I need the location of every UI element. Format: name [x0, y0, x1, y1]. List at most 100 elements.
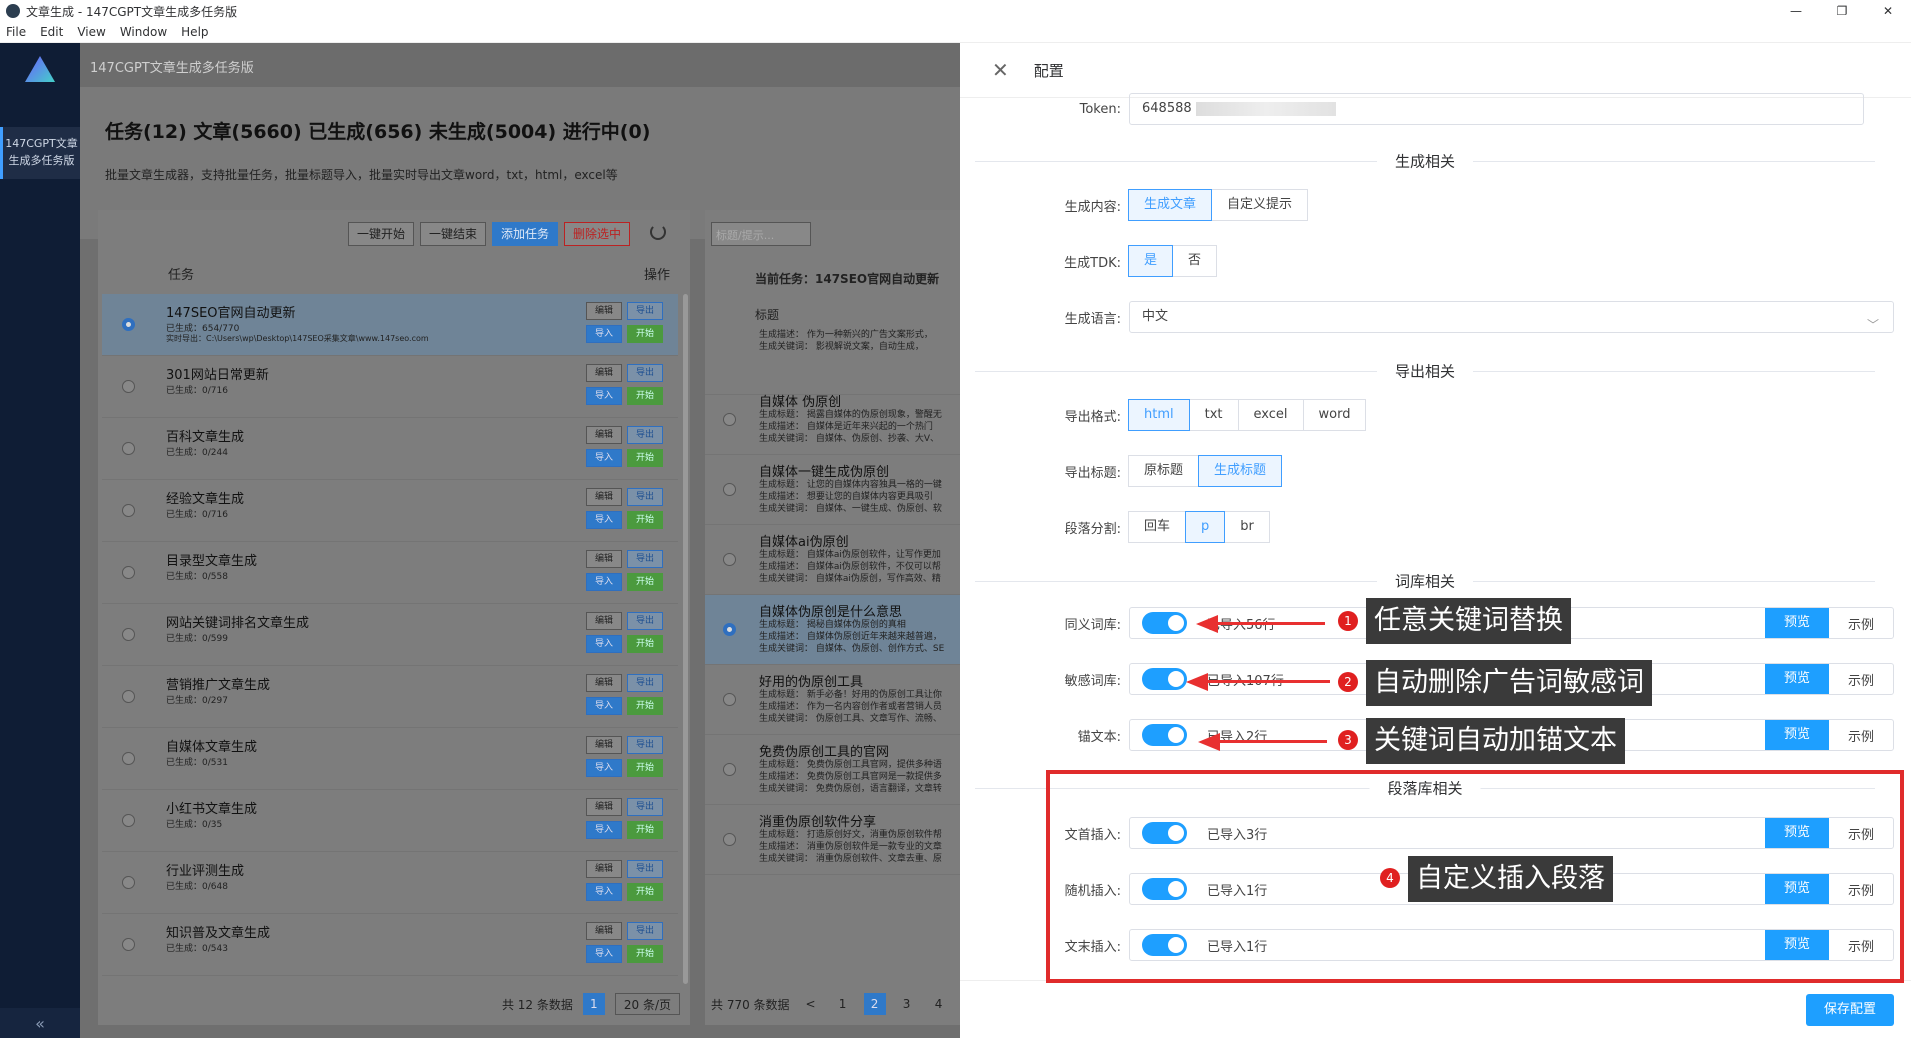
sensitive-toggle[interactable] — [1142, 668, 1187, 690]
stop-all-button[interactable]: 一键结束 — [419, 222, 486, 246]
token-input[interactable]: 648588 — [1129, 93, 1864, 125]
anchor-toggle[interactable] — [1142, 724, 1187, 746]
synonym-toggle[interactable] — [1142, 612, 1187, 634]
task-row[interactable]: 营销推广文章生成 已生成：0/297 编辑 导出 导入 开始 — [102, 666, 678, 728]
start-button[interactable]: 开始 — [627, 511, 663, 529]
article-radio[interactable] — [723, 833, 736, 846]
task-radio[interactable] — [122, 814, 135, 827]
task-scrollbar[interactable] — [683, 294, 688, 984]
sensitive-preview-button[interactable]: 预览 — [1765, 664, 1829, 694]
task-row[interactable]: 147SEO官网自动更新 已生成：654/770 实时导出：C:\Users\wp… — [102, 294, 678, 356]
opt-html[interactable]: html — [1128, 399, 1190, 431]
import-button[interactable]: 导入 — [586, 573, 622, 591]
opt-p[interactable]: p — [1185, 511, 1226, 543]
import-button[interactable]: 导入 — [586, 635, 622, 653]
import-button[interactable]: 导入 — [586, 325, 622, 343]
task-row[interactable]: 自媒体文章生成 已生成：0/531 编辑 导出 导入 开始 — [102, 728, 678, 790]
task-row[interactable]: 网站关键词排名文章生成 已生成：0/599 编辑 导出 导入 开始 — [102, 604, 678, 666]
export-button[interactable]: 导出 — [627, 798, 663, 816]
export-button[interactable]: 导出 — [627, 736, 663, 754]
edit-button[interactable]: 编辑 — [586, 426, 622, 444]
prev-page-button[interactable]: < — [800, 993, 822, 1015]
refresh-icon[interactable] — [650, 224, 666, 240]
opt-tdk-no[interactable]: 否 — [1172, 245, 1218, 277]
synonym-example-link[interactable]: 示例 — [1829, 614, 1893, 633]
export-button[interactable]: 导出 — [627, 550, 663, 568]
task-radio[interactable] — [122, 442, 135, 455]
task-row[interactable]: 知识普及文章生成 已生成：0/543 编辑 导出 导入 开始 — [102, 914, 678, 976]
import-button[interactable]: 导入 — [586, 387, 622, 405]
close-icon[interactable]: ✕ — [992, 58, 1009, 82]
close-window-button[interactable]: ✕ — [1865, 0, 1911, 22]
delete-selected-button[interactable]: 删除选中 — [563, 222, 630, 246]
menu-view[interactable]: View — [77, 25, 105, 39]
start-button[interactable]: 开始 — [627, 945, 663, 963]
edit-button[interactable]: 编辑 — [586, 612, 622, 630]
task-radio[interactable] — [122, 690, 135, 703]
start-button[interactable]: 开始 — [627, 635, 663, 653]
start-all-button[interactable]: 一键开始 — [347, 222, 414, 246]
start-button[interactable]: 开始 — [627, 821, 663, 839]
export-button[interactable]: 导出 — [627, 364, 663, 382]
export-button[interactable]: 导出 — [627, 922, 663, 940]
article-radio[interactable] — [723, 763, 736, 776]
article-row[interactable]: 消重伪原创软件分享 生成标题： 打造原创好文，消重伪原创软件帮 生成描述： 消重伪… — [705, 805, 960, 875]
opt-generate-article[interactable]: 生成文章 — [1128, 189, 1213, 221]
opt-original-title[interactable]: 原标题 — [1128, 455, 1200, 487]
import-button[interactable]: 导入 — [586, 945, 622, 963]
article-radio[interactable] — [723, 413, 736, 426]
export-button[interactable]: 导出 — [627, 488, 663, 506]
task-row[interactable]: 301网站日常更新 已生成：0/716 编辑 导出 导入 开始 — [102, 356, 678, 418]
page-size-select[interactable]: 20 条/页 — [614, 993, 680, 1015]
start-button[interactable]: 开始 — [627, 387, 663, 405]
page-4[interactable]: 4 — [928, 993, 950, 1015]
menu-edit[interactable]: Edit — [40, 25, 63, 39]
page-3[interactable]: 3 — [896, 993, 918, 1015]
opt-txt[interactable]: txt — [1188, 399, 1239, 431]
opt-custom-prompt[interactable]: 自定义提示 — [1211, 189, 1309, 221]
article-row[interactable]: 自媒体一键生成伪原创 生成标题： 让您的自媒体内容独具一格的一键 生成描述： 想要… — [705, 455, 960, 525]
article-row[interactable]: 自媒体ai伪原创 生成标题： 自媒体ai伪原创软件，让写作更加 生成描述： 自媒体… — [705, 525, 960, 595]
page-2[interactable]: 2 — [863, 993, 886, 1015]
task-row[interactable]: 经验文章生成 已生成：0/716 编辑 导出 导入 开始 — [102, 480, 678, 542]
opt-excel[interactable]: excel — [1237, 399, 1304, 431]
start-button[interactable]: 开始 — [627, 883, 663, 901]
export-button[interactable]: 导出 — [627, 302, 663, 320]
edit-button[interactable]: 编辑 — [586, 798, 622, 816]
lang-select[interactable]: 中文 ﹀ — [1129, 301, 1894, 333]
export-button[interactable]: 导出 — [627, 612, 663, 630]
edit-button[interactable]: 编辑 — [586, 550, 622, 568]
task-row[interactable]: 目录型文章生成 已生成：0/558 编辑 导出 导入 开始 — [102, 542, 678, 604]
start-button[interactable]: 开始 — [627, 697, 663, 715]
minimize-button[interactable]: — — [1773, 0, 1819, 22]
opt-word[interactable]: word — [1302, 399, 1367, 431]
import-button[interactable]: 导入 — [586, 821, 622, 839]
task-radio[interactable] — [122, 628, 135, 641]
sidebar-item-main[interactable]: 147CGPT文章生成多任务版 — [0, 127, 80, 179]
article-radio[interactable] — [723, 553, 736, 566]
task-page-1[interactable]: 1 — [582, 993, 605, 1015]
page-1[interactable]: 1 — [832, 993, 854, 1015]
export-button[interactable]: 导出 — [627, 674, 663, 692]
edit-button[interactable]: 编辑 — [586, 674, 622, 692]
article-radio[interactable] — [723, 693, 736, 706]
add-task-button[interactable]: 添加任务 — [491, 222, 558, 246]
article-row[interactable]: 好用的伪原创工具 生成标题： 新手必备！好用的伪原创工具让你 生成描述： 作为一名… — [705, 665, 960, 735]
export-button[interactable]: 导出 — [627, 860, 663, 878]
edit-button[interactable]: 编辑 — [586, 488, 622, 506]
menu-file[interactable]: File — [6, 25, 26, 39]
article-row[interactable]: 自媒体 伪原创 生成标题： 揭露自媒体的伪原创现象，警醒无 生成描述： 自媒体是近… — [705, 385, 960, 455]
article-row[interactable]: 自媒体伪原创是什么意思 生成标题： 揭秘自媒体伪原创的真相 生成描述： 自媒体伪原… — [705, 595, 960, 665]
task-radio[interactable] — [122, 752, 135, 765]
start-button[interactable]: 开始 — [627, 325, 663, 343]
edit-button[interactable]: 编辑 — [586, 364, 622, 382]
task-radio[interactable] — [122, 504, 135, 517]
task-radio[interactable] — [122, 876, 135, 889]
task-radio[interactable] — [122, 380, 135, 393]
import-button[interactable]: 导入 — [586, 883, 622, 901]
anchor-preview-button[interactable]: 预览 — [1765, 720, 1829, 750]
task-row[interactable]: 百科文章生成 已生成：0/244 编辑 导出 导入 开始 — [102, 418, 678, 480]
export-button[interactable]: 导出 — [627, 426, 663, 444]
sensitive-example-link[interactable]: 示例 — [1829, 670, 1893, 689]
task-row[interactable]: 小红书文章生成 已生成：0/35 编辑 导出 导入 开始 — [102, 790, 678, 852]
